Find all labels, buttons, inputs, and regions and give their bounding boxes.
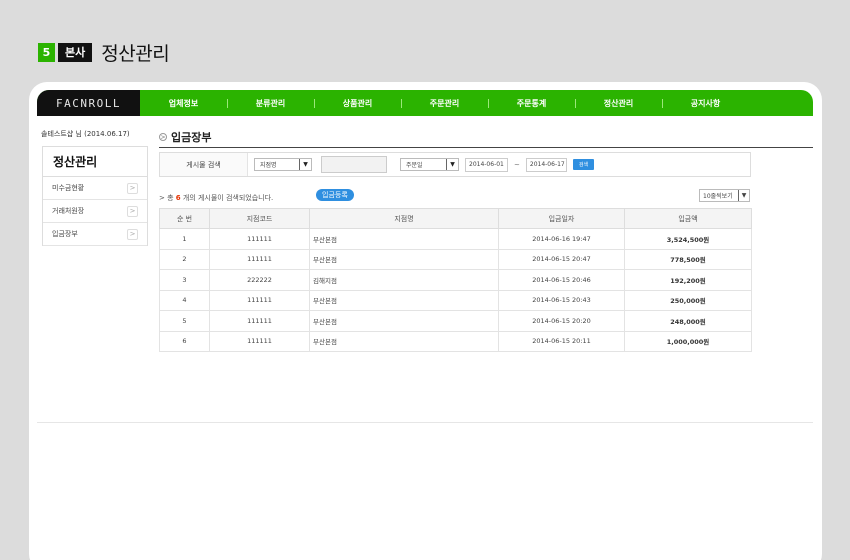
content-title-text: 입금장부 <box>171 131 212 144</box>
table-header-row: 순 번 지점코드 지점명 입금일자 입금액 <box>159 208 752 229</box>
cell-branch-name: 부산본점 <box>309 310 499 332</box>
cell-branch-name: 부산본점 <box>309 248 499 270</box>
cell-deposit-date: 2014-06-15 20:46 <box>498 269 625 291</box>
column-header: 순 번 <box>159 208 210 229</box>
date-to-input[interactable]: 2014-06-17 <box>525 157 567 172</box>
chevron-right-icon: > <box>127 228 138 240</box>
date-range-separator: ~ <box>514 160 520 169</box>
cell-number: 6 <box>159 330 210 352</box>
nav-item-orders[interactable]: 주문관리 <box>401 90 488 116</box>
search-panel: 게시물 검색 지점명 ▼ 주문일 ▼ 2014-06-01 ~ 2014-06-… <box>159 152 751 177</box>
cell-branch-code: 111111 <box>209 289 310 311</box>
page-title: 정산관리 <box>101 42 170 65</box>
select-value: 10줄씩보기 <box>703 193 733 200</box>
column-header: 입금일자 <box>498 208 625 229</box>
section-badge: 본사 <box>58 42 93 62</box>
select-value: 지점명 <box>260 162 277 169</box>
chevron-right-icon: > <box>127 182 138 194</box>
cell-deposit-date: 2014-06-15 20:43 <box>498 289 625 311</box>
nav-item-notices[interactable]: 공지사항 <box>662 90 749 116</box>
column-header: 입금액 <box>624 208 752 229</box>
sidebar-item-receivables[interactable]: 미수금현황 > <box>43 177 147 200</box>
nav-item-settlement[interactable]: 정산관리 <box>575 90 662 116</box>
cell-deposit-amount: 250,000원 <box>624 289 752 311</box>
content-title: > 입금장부 <box>159 130 813 148</box>
divider <box>37 422 813 423</box>
table-row[interactable]: 5 111111 부산본점 2014-06-15 20:20 248,000원 <box>159 310 752 332</box>
chevron-right-icon: > <box>127 205 138 217</box>
register-deposit-button[interactable]: 입금등록 <box>316 189 354 201</box>
result-count-text: > 총 6 개의 게시물이 검색되었습니다. <box>159 193 273 203</box>
page-heading: 5 본사 정산관리 <box>38 40 170 65</box>
cell-deposit-amount: 192,200원 <box>624 269 752 291</box>
step-badge: 5 <box>38 42 55 62</box>
cell-branch-name: 부산본점 <box>309 289 499 311</box>
search-field-select[interactable]: 지점명 ▼ <box>254 158 312 171</box>
table-row[interactable]: 4 111111 부산본점 2014-06-15 20:43 250,000원 <box>159 289 752 311</box>
cell-deposit-date: 2014-06-15 20:47 <box>498 248 625 270</box>
search-input[interactable] <box>321 156 387 173</box>
deposit-table: 순 번 지점코드 지점명 입금일자 입금액 1 111111 부산본점 2014… <box>159 208 752 352</box>
main-content: > 입금장부 게시물 검색 지점명 ▼ 주문일 ▼ 2014-06-01 ~ 2… <box>159 130 813 352</box>
nav-item-category[interactable]: 분류관리 <box>227 90 314 116</box>
nav-item-products[interactable]: 상품관리 <box>314 90 401 116</box>
cell-deposit-date: 2014-06-16 19:47 <box>498 228 625 250</box>
cell-number: 3 <box>159 269 210 291</box>
cell-branch-code: 111111 <box>209 228 310 250</box>
column-header: 지점명 <box>309 208 499 229</box>
sidebar-item-label: 미수금현황 <box>52 184 85 192</box>
main-nav: 업체정보 분류관리 상품관리 주문관리 주문통계 정산관리 공지사항 <box>140 90 813 116</box>
cell-branch-code: 111111 <box>209 248 310 270</box>
date-type-select[interactable]: 주문일 ▼ <box>400 158 459 171</box>
search-button[interactable]: 검색 <box>572 159 595 170</box>
table-row[interactable]: 6 111111 부산본점 2014-06-15 20:11 1,000,000… <box>159 330 752 352</box>
table-row[interactable]: 3 222222 김해지점 2014-06-15 20:46 192,200원 <box>159 269 752 291</box>
app-window: FACNROLL 업체정보 분류관리 상품관리 주문관리 주문통계 정산관리 공… <box>29 82 822 560</box>
select-value: 주문일 <box>406 162 423 169</box>
cell-deposit-date: 2014-06-15 20:11 <box>498 330 625 352</box>
date-from-input[interactable]: 2014-06-01 <box>465 157 508 172</box>
sidebar-item-ledger[interactable]: 거래처원장 > <box>43 200 147 223</box>
cell-branch-code: 222222 <box>209 269 310 291</box>
user-greeting: 솔테스트샵 님 (2014.06.17) <box>41 130 130 138</box>
chevron-down-icon: ▼ <box>299 159 311 170</box>
chevron-down-icon: ▼ <box>446 159 458 170</box>
cell-deposit-amount: 3,524,500원 <box>624 228 752 250</box>
nav-item-order-stats[interactable]: 주문통계 <box>488 90 575 116</box>
column-header: 지점코드 <box>209 208 310 229</box>
cell-branch-name: 부산본점 <box>309 228 499 250</box>
cell-number: 4 <box>159 289 210 311</box>
logo[interactable]: FACNROLL <box>37 90 140 116</box>
search-label: 게시물 검색 <box>160 153 248 176</box>
per-page-select[interactable]: 10줄씩보기 ▼ <box>699 189 750 202</box>
table-row[interactable]: 2 111111 부산본점 2014-06-15 20:47 778,500원 <box>159 248 752 270</box>
sidebar-item-label: 거래처원장 <box>52 207 85 215</box>
result-suffix: 개의 게시물이 검색되었습니다. <box>180 194 274 202</box>
cell-deposit-amount: 1,000,000원 <box>624 330 752 352</box>
cell-deposit-amount: 778,500원 <box>624 248 752 270</box>
circle-arrow-icon: > <box>159 133 167 141</box>
cell-deposit-date: 2014-06-15 20:20 <box>498 310 625 332</box>
cell-branch-code: 111111 <box>209 310 310 332</box>
cell-deposit-amount: 248,000원 <box>624 310 752 332</box>
top-navigation-bar: FACNROLL 업체정보 분류관리 상품관리 주문관리 주문통계 정산관리 공… <box>37 90 813 116</box>
cell-branch-name: 김해지점 <box>309 269 499 291</box>
sidebar-title: 정산관리 <box>43 147 147 177</box>
cell-branch-name: 부산본점 <box>309 330 499 352</box>
cell-number: 2 <box>159 248 210 270</box>
nav-item-company-info[interactable]: 업체정보 <box>140 90 227 116</box>
table-row[interactable]: 1 111111 부산본점 2014-06-16 19:47 3,524,500… <box>159 228 752 250</box>
sidebar: 정산관리 미수금현황 > 거래처원장 > 입금장부 > <box>42 146 148 246</box>
chevron-down-icon: ▼ <box>738 190 749 201</box>
cell-branch-code: 111111 <box>209 330 310 352</box>
sidebar-item-deposit-book[interactable]: 입금장부 > <box>43 223 147 246</box>
result-prefix: > 총 <box>159 194 176 202</box>
cell-number: 5 <box>159 310 210 332</box>
sidebar-item-label: 입금장부 <box>52 230 78 238</box>
cell-number: 1 <box>159 228 210 250</box>
result-bar: > 총 6 개의 게시물이 검색되었습니다. 입금등록 10줄씩보기 ▼ <box>159 189 813 205</box>
